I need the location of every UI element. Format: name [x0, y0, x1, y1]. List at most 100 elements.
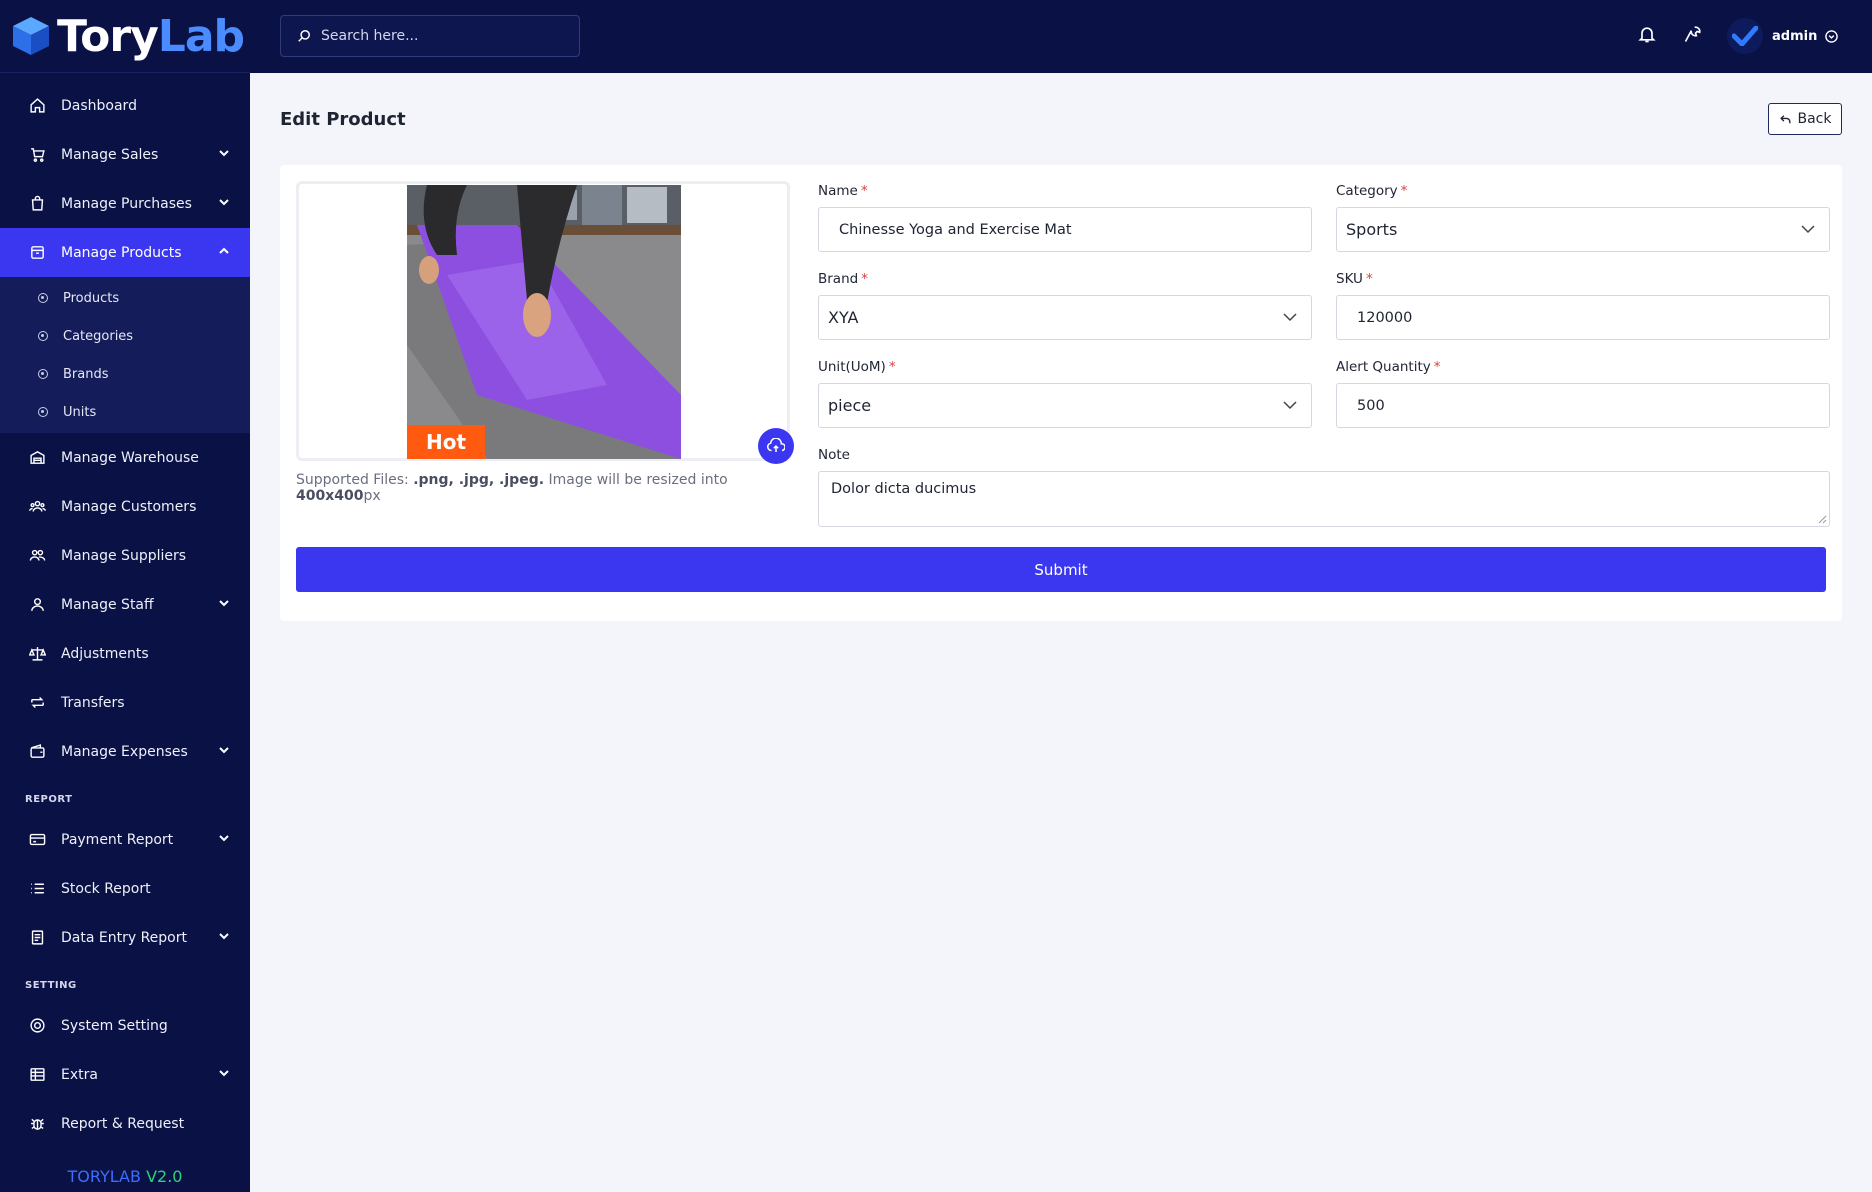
sku-input[interactable]: 120000	[1336, 295, 1830, 340]
chevron-down-icon	[1283, 401, 1297, 410]
alert-quantity-input[interactable]: 500	[1336, 383, 1830, 428]
alert-quantity-field-group: Alert Quantity * 500	[1336, 359, 1830, 428]
checkmark-logo-icon	[1732, 26, 1758, 46]
main-content: Edit Product Back Hot Supported Files: .…	[250, 73, 1872, 1192]
brand-select[interactable]: XYA	[818, 295, 1312, 340]
sidebar-nav: Dashboard Manage Sales Manage Purchases …	[0, 73, 250, 1148]
sidebar-item-system-setting[interactable]: System Setting	[0, 1001, 250, 1050]
unit-select[interactable]: piece	[818, 383, 1312, 428]
category-select[interactable]: Sports	[1336, 207, 1830, 252]
notification-bell-icon[interactable]	[1635, 22, 1659, 46]
staff-icon	[27, 595, 47, 615]
sidebar-item-manage-expenses[interactable]: Manage Expenses	[0, 727, 250, 776]
product-photo: Hot	[407, 185, 681, 459]
customers-icon	[27, 497, 47, 517]
submenu-item-products[interactable]: Products	[0, 279, 250, 317]
sidebar-item-label: System Setting	[61, 1017, 168, 1034]
back-button[interactable]: Back	[1768, 103, 1842, 135]
back-arrow-icon	[1779, 114, 1791, 123]
alert-quantity-label: Alert Quantity *	[1336, 359, 1441, 375]
user-menu[interactable]: admin	[1727, 16, 1839, 56]
sidebar-item-extra[interactable]: Extra	[0, 1050, 250, 1099]
wrench-icon[interactable]	[1681, 22, 1705, 46]
version-name: TORYLAB	[67, 1167, 141, 1186]
note-label: Note	[818, 447, 850, 463]
sidebar-item-label: Stock Report	[61, 880, 151, 897]
sidebar-item-label: Manage Sales	[61, 146, 159, 163]
sidebar-item-label: Payment Report	[61, 831, 174, 848]
sidebar-item-transfers[interactable]: Transfers	[0, 678, 250, 727]
page-title: Edit Product	[280, 109, 406, 130]
products-submenu: Products Categories Brands Units	[0, 277, 250, 433]
box-icon	[27, 243, 47, 263]
sidebar-item-label: Report & Request	[61, 1115, 185, 1132]
chevron-down-icon	[1283, 313, 1297, 322]
supported-types: .png, .jpg, .jpeg.	[413, 472, 545, 488]
submenu-item-brands[interactable]: Brands	[0, 355, 250, 393]
chevron-down-icon	[219, 150, 229, 157]
app-version: TORYLAB V2.0	[0, 1167, 250, 1186]
chevron-down-icon	[219, 199, 229, 206]
sidebar-item-dashboard[interactable]: Dashboard	[0, 81, 250, 130]
suppliers-icon	[27, 546, 47, 566]
sidebar-item-manage-purchases[interactable]: Manage Purchases	[0, 179, 250, 228]
brand-label: Brand *	[818, 271, 868, 287]
search-input[interactable]	[321, 28, 561, 44]
submenu-label: Brands	[63, 366, 109, 382]
document-icon	[27, 928, 47, 948]
sidebar-item-label: Manage Warehouse	[61, 449, 199, 466]
chevron-up-icon	[219, 247, 229, 254]
chevron-down-icon	[219, 600, 229, 607]
sidebar: ToryLab Dashboard Manage Sales Manage Pu…	[0, 0, 250, 1192]
sidebar-item-manage-staff[interactable]: Manage Staff	[0, 580, 250, 629]
sku-label: SKU *	[1336, 271, 1373, 287]
submenu-label: Units	[63, 404, 97, 420]
sidebar-item-manage-products[interactable]: Manage Products	[0, 228, 250, 277]
bag-icon	[27, 194, 47, 214]
resize-grip-icon[interactable]	[1817, 514, 1827, 524]
avatar	[1727, 18, 1763, 54]
submenu-item-units[interactable]: Units	[0, 393, 250, 431]
section-label-report: REPORT	[25, 794, 73, 805]
settings-icon	[27, 1016, 47, 1036]
grid-icon	[27, 1065, 47, 1085]
submit-button[interactable]: Submit	[296, 547, 1826, 592]
resize-unit: px	[363, 488, 381, 504]
sidebar-item-data-entry-report[interactable]: Data Entry Report	[0, 913, 250, 962]
submenu-item-categories[interactable]: Categories	[0, 317, 250, 355]
submenu-label: Products	[63, 290, 120, 306]
upload-image-button[interactable]	[758, 428, 794, 464]
sidebar-item-label: Manage Staff	[61, 596, 154, 613]
bullet-icon	[38, 331, 48, 341]
sidebar-item-payment-report[interactable]: Payment Report	[0, 815, 250, 864]
search-box	[280, 15, 580, 57]
list-icon	[27, 879, 47, 899]
sidebar-item-report-request[interactable]: Report & Request	[0, 1099, 250, 1148]
wallet-icon	[27, 742, 47, 762]
scale-icon	[27, 644, 47, 664]
resize-size: 400x400	[296, 488, 364, 504]
cloud-upload-icon	[767, 438, 785, 452]
note-textarea[interactable]: Dolor dicta ducimus	[818, 471, 1830, 527]
product-image-preview: Hot	[296, 181, 790, 461]
sidebar-item-manage-sales[interactable]: Manage Sales	[0, 130, 250, 179]
unit-value: piece	[828, 396, 872, 415]
home-icon	[27, 96, 47, 116]
bullet-icon	[38, 293, 48, 303]
name-input[interactable]: Chinesse Yoga and Exercise Mat	[818, 207, 1312, 252]
name-field-group: Name * Chinesse Yoga and Exercise Mat	[818, 183, 1312, 252]
logo[interactable]: ToryLab	[0, 0, 250, 73]
edit-product-card: Hot Supported Files: .png, .jpg, .jpeg. …	[280, 165, 1842, 621]
sidebar-item-manage-warehouse[interactable]: Manage Warehouse	[0, 433, 250, 482]
sidebar-item-stock-report[interactable]: Stock Report	[0, 864, 250, 913]
sidebar-item-label: Manage Purchases	[61, 195, 192, 212]
card-icon	[27, 830, 47, 850]
sidebar-item-manage-suppliers[interactable]: Manage Suppliers	[0, 531, 250, 580]
sidebar-item-manage-customers[interactable]: Manage Customers	[0, 482, 250, 531]
category-value: Sports	[1346, 220, 1398, 239]
bullet-icon	[38, 369, 48, 379]
chevron-down-icon	[219, 1070, 229, 1077]
sidebar-item-adjustments[interactable]: Adjustments	[0, 629, 250, 678]
chevron-circle-down-icon	[1825, 29, 1839, 43]
sidebar-item-label: Manage Expenses	[61, 743, 188, 760]
